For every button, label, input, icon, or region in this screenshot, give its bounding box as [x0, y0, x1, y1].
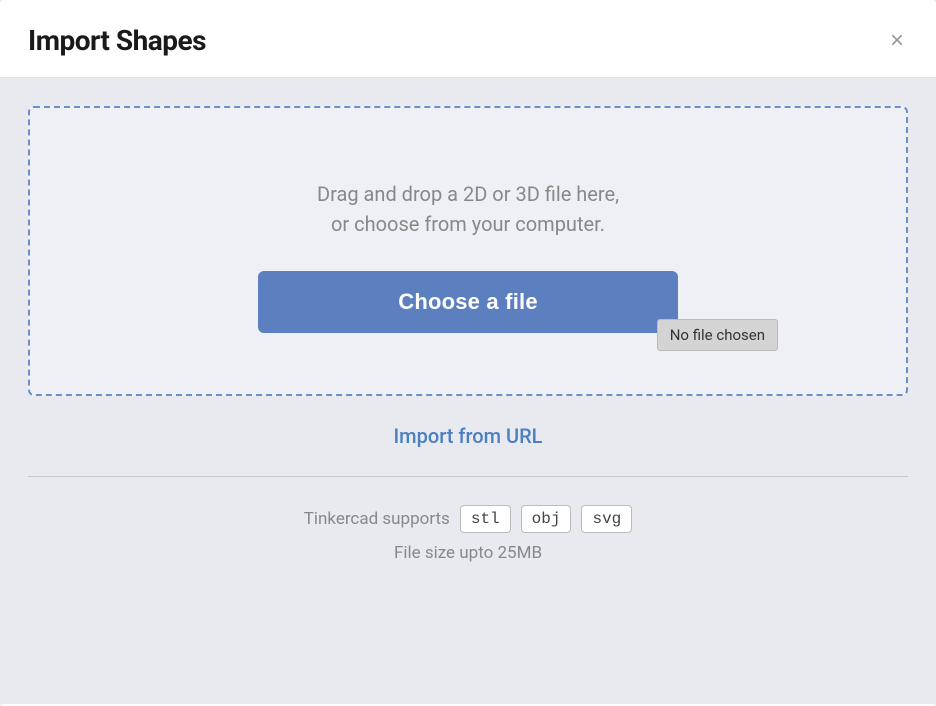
close-button[interactable]: ×	[886, 25, 908, 57]
modal-title: Import Shapes	[28, 24, 206, 57]
import-shapes-modal: Import Shapes × Drag and drop a 2D or 3D…	[0, 0, 936, 706]
import-from-url-link[interactable]: Import from URL	[28, 424, 908, 448]
format-badge-svg: svg	[581, 505, 632, 533]
format-badge-stl: stl	[460, 505, 511, 533]
choose-file-button[interactable]: Choose a file	[258, 271, 678, 333]
choose-file-area: Choose a file No file chosen	[258, 271, 678, 333]
format-badge-obj: obj	[521, 505, 572, 533]
drop-zone[interactable]: Drag and drop a 2D or 3D file here, or c…	[28, 106, 908, 396]
no-file-badge: No file chosen	[657, 319, 778, 351]
drag-drop-text: Drag and drop a 2D or 3D file here, or c…	[317, 179, 619, 239]
formats-label: Tinkercad supports	[304, 509, 450, 529]
divider	[28, 476, 908, 477]
modal-body: Drag and drop a 2D or 3D file here, or c…	[0, 78, 936, 704]
formats-row: Tinkercad supports stl obj svg	[304, 505, 633, 533]
supported-formats: Tinkercad supports stl obj svg File size…	[28, 505, 908, 563]
file-size-text: File size upto 25MB	[394, 543, 542, 563]
modal-header: Import Shapes ×	[0, 0, 936, 78]
